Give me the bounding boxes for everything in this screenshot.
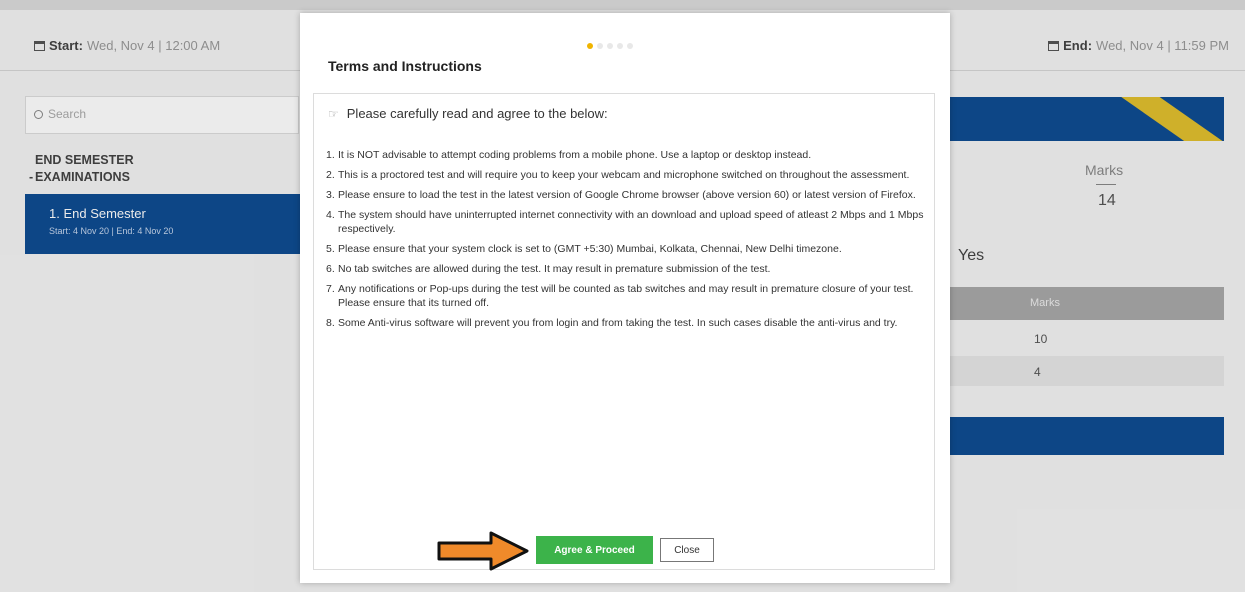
item-text: The system should have uninterrupted int… [338,209,924,235]
list-item: 1. It is NOT advisable to attempt coding … [326,148,926,162]
item-number: 3. [326,189,335,201]
item-text: It is NOT advisable to attempt coding pr… [338,149,812,161]
agree-proceed-button[interactable]: Agree & Proceed [536,536,653,564]
list-item: 2. This is a proctored test and will requ… [326,168,926,182]
step-dot-active [587,43,593,49]
instructions-box: ☞ Please carefully read and agree to the … [313,93,935,570]
hand-pointer-icon: ☞ [328,107,339,121]
item-text: Please ensure that your system clock is … [338,243,842,255]
list-item: 6. No tab switches are allowed during the… [326,262,926,276]
item-number: 5. [326,243,335,255]
step-dot [627,43,633,49]
item-number: 6. [326,263,335,275]
step-dot [607,43,613,49]
item-text: This is a proctored test and will requir… [338,169,910,181]
item-number: 1. [326,149,335,161]
item-number: 2. [326,169,335,181]
list-item: 5. Please ensure that your system clock i… [326,242,926,256]
item-text: Any notifications or Pop-ups during the … [338,283,914,309]
intro-label: Please carefully read and agree to the b… [346,106,608,121]
list-item: 4. The system should have uninterrupted i… [326,208,926,236]
item-text: Please ensure to load the test in the la… [338,189,916,201]
item-number: 4. [326,209,335,221]
step-dot [597,43,603,49]
item-text: Some Anti-virus software will prevent yo… [338,317,898,329]
item-number: 8. [326,317,335,329]
item-text: No tab switches are allowed during the t… [338,263,771,275]
list-item: 3. Please ensure to load the test in the … [326,188,926,202]
step-indicator [587,36,637,54]
terms-modal: Terms and Instructions ☞ Please carefully… [300,13,950,583]
list-item: 7. Any notifications or Pop-ups during th… [326,282,926,310]
list-item: 8. Some Anti-virus software will prevent … [326,316,926,330]
modal-title: Terms and Instructions [328,58,482,74]
arrow-icon [437,531,529,571]
item-number: 7. [326,283,335,295]
intro-text: ☞ Please carefully read and agree to the … [328,106,608,121]
close-button[interactable]: Close [660,538,714,562]
modal-actions: Agree & Proceed Close [300,531,950,571]
instructions-list: 1. It is NOT advisable to attempt coding … [326,148,926,336]
step-dot [617,43,623,49]
